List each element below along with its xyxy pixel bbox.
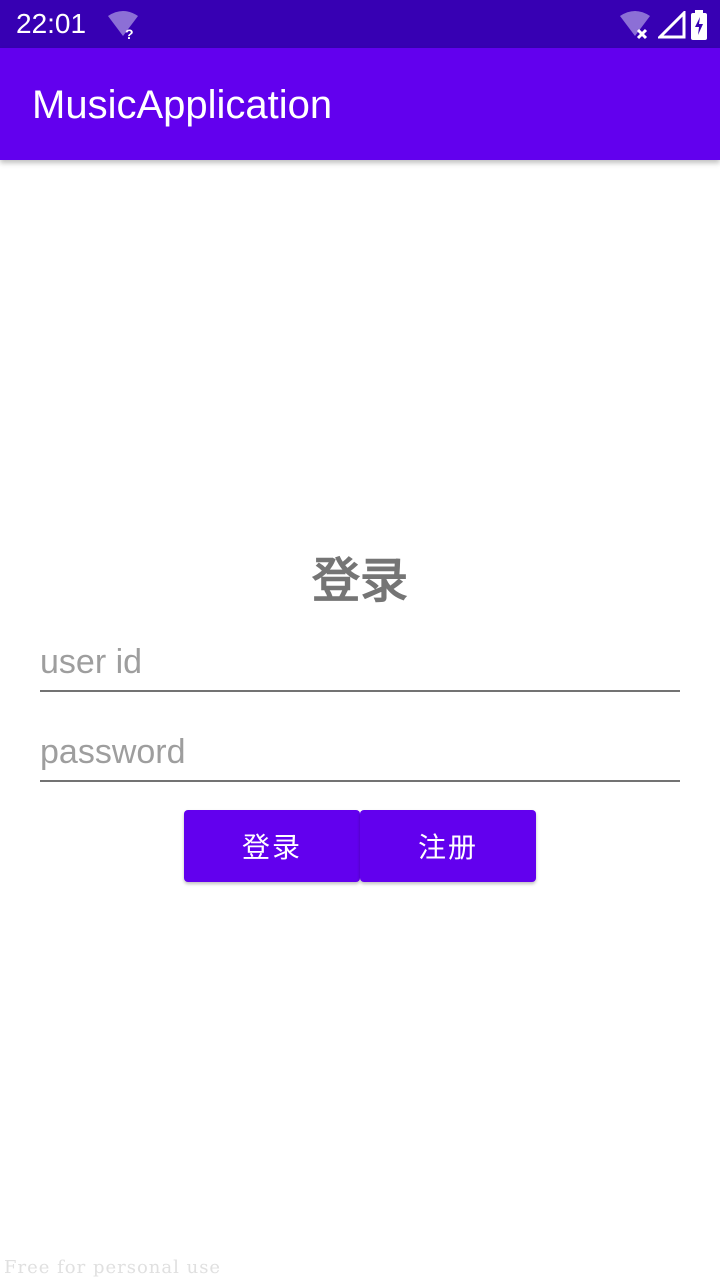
wifi-off-icon <box>620 11 650 40</box>
svg-text:?: ? <box>125 26 134 40</box>
login-heading: 登录 <box>311 553 408 609</box>
battery-charging-icon <box>691 10 707 40</box>
app-bar: MusicApplication <box>0 48 720 160</box>
signal-icon <box>658 11 686 39</box>
status-bar: 22:01 ? <box>0 0 720 48</box>
status-time: 22:01 <box>16 8 87 39</box>
login-button[interactable]: 登录 <box>184 810 360 882</box>
register-button[interactable]: 注册 <box>360 810 536 882</box>
user-id-input[interactable] <box>40 634 680 692</box>
wifi-question-icon: ? <box>108 11 138 40</box>
watermark: Free for personal use <box>4 1257 222 1278</box>
app-title: MusicApplication <box>32 83 333 127</box>
password-input[interactable] <box>40 724 680 782</box>
